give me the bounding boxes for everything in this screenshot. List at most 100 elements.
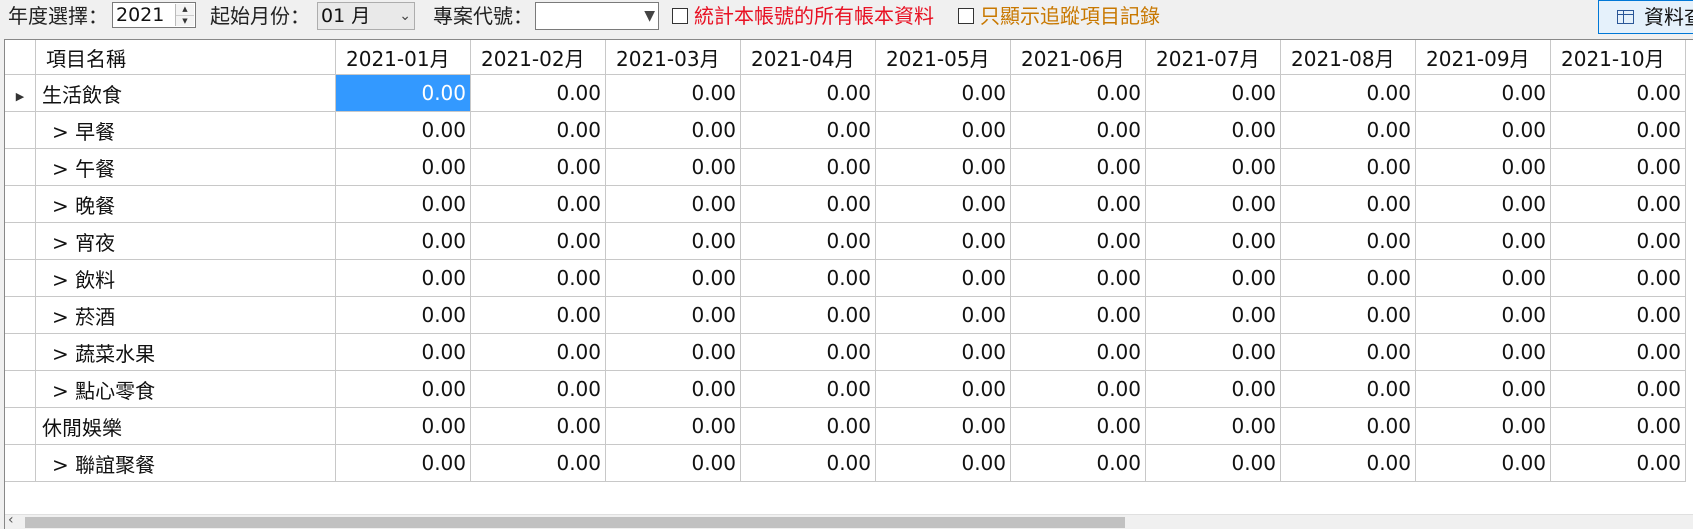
value-cell[interactable]: 0.00	[1415, 296, 1551, 334]
year-spinner[interactable]: 2021 ▲ ▼	[112, 2, 196, 28]
data-grid[interactable]: 項目名稱 2021-01月 2021-02月 2021-03月 2021-04月 2021…	[4, 39, 1693, 529]
value-cell[interactable]: 0.00	[335, 185, 471, 223]
item-name-cell[interactable]: 休閒娛樂	[35, 407, 336, 445]
row-header[interactable]	[5, 185, 36, 223]
value-cell[interactable]: 0.00	[470, 74, 606, 112]
value-cell[interactable]: 0.00	[335, 333, 471, 371]
item-name-cell[interactable]: > 晚餐	[35, 185, 336, 223]
table-row[interactable]: > 晚餐 0.00 0.00 0.00 0.00 0.00 0.00 0.00 0.00 0.00…	[5, 185, 1686, 223]
value-cell[interactable]: 0.00	[1550, 259, 1686, 297]
value-cell[interactable]: 0.00	[875, 407, 1011, 445]
item-name-cell[interactable]: > 午餐	[35, 148, 336, 186]
value-cell[interactable]: 0.00	[1550, 222, 1686, 260]
value-cell[interactable]: 0.00	[875, 185, 1011, 223]
value-cell[interactable]: 0.00	[740, 148, 876, 186]
scrollbar-thumb[interactable]	[25, 517, 1125, 528]
table-row[interactable]: > 午餐 0.00 0.00 0.00 0.00 0.00 0.00 0.00 0.00 0.00…	[5, 148, 1686, 186]
value-cell[interactable]: 0.00	[1280, 185, 1416, 223]
row-header[interactable]	[5, 407, 36, 445]
value-cell[interactable]: 0.00	[1145, 370, 1281, 408]
value-cell[interactable]: 0.00	[470, 111, 606, 149]
value-cell[interactable]: 0.00	[605, 185, 741, 223]
value-cell[interactable]: 0.00	[335, 148, 471, 186]
value-cell[interactable]: 0.00	[470, 333, 606, 371]
value-cell[interactable]: 0.00	[1010, 370, 1146, 408]
value-cell[interactable]: 0.00	[740, 370, 876, 408]
item-name-cell[interactable]: > 飲料	[35, 259, 336, 297]
value-cell[interactable]: 0.00	[1415, 333, 1551, 371]
row-header[interactable]: ▶	[5, 74, 36, 112]
column-header-month[interactable]: 2021-08月	[1280, 40, 1416, 75]
row-header[interactable]	[5, 333, 36, 371]
value-cell[interactable]: 0.00	[740, 333, 876, 371]
value-cell[interactable]: 0.00	[1415, 111, 1551, 149]
value-cell[interactable]: 0.00	[1415, 148, 1551, 186]
value-cell[interactable]: 0.00	[1550, 333, 1686, 371]
value-cell[interactable]: 0.00	[740, 407, 876, 445]
item-name-cell[interactable]: > 早餐	[35, 111, 336, 149]
scroll-left-icon[interactable]: ‹	[8, 512, 14, 528]
value-cell[interactable]: 0.00	[335, 111, 471, 149]
value-cell[interactable]: 0.00	[1550, 111, 1686, 149]
column-header-month[interactable]: 2021-01月	[335, 40, 471, 75]
value-cell[interactable]: 0.00	[740, 74, 876, 112]
value-cell[interactable]: 0.00	[875, 74, 1011, 112]
item-name-cell[interactable]: > 菸酒	[35, 296, 336, 334]
value-cell[interactable]: 0.00	[1145, 148, 1281, 186]
start-month-value[interactable]: 01 月	[321, 3, 370, 29]
value-cell[interactable]: 0.00	[335, 407, 471, 445]
value-cell[interactable]: 0.00	[470, 444, 606, 482]
value-cell[interactable]: 0.00	[1280, 259, 1416, 297]
value-cell[interactable]: 0.00	[1550, 296, 1686, 334]
row-header[interactable]	[5, 222, 36, 260]
value-cell[interactable]: 0.00	[1415, 370, 1551, 408]
value-cell[interactable]: 0.00	[875, 333, 1011, 371]
row-header[interactable]	[5, 148, 36, 186]
item-name-cell[interactable]: > 蔬菜水果	[35, 333, 336, 371]
value-cell[interactable]: 0.00	[1280, 148, 1416, 186]
value-cell[interactable]: 0.00	[875, 296, 1011, 334]
value-cell[interactable]: 0.00	[605, 148, 741, 186]
table-row[interactable]: > 宵夜 0.00 0.00 0.00 0.00 0.00 0.00 0.00 0.00 0.00…	[5, 222, 1686, 260]
value-cell[interactable]: 0.00	[1550, 370, 1686, 408]
value-cell[interactable]: 0.00	[1280, 370, 1416, 408]
start-month-select[interactable]: 01 月 ⌄	[317, 2, 415, 30]
value-cell[interactable]: 0.00	[605, 296, 741, 334]
chevron-down-icon[interactable]: ⌄	[399, 3, 411, 29]
value-cell[interactable]: 0.00	[1415, 444, 1551, 482]
value-cell[interactable]: 0.00	[1010, 111, 1146, 149]
table-row[interactable]: > 菸酒 0.00 0.00 0.00 0.00 0.00 0.00 0.00 0.00 0.00…	[5, 296, 1686, 334]
value-cell[interactable]: 0.00	[335, 296, 471, 334]
value-cell[interactable]: 0.00	[1550, 74, 1686, 112]
item-name-cell[interactable]: > 宵夜	[35, 222, 336, 260]
column-header-month[interactable]: 2021-03月	[605, 40, 741, 75]
table-row[interactable]: > 早餐 0.00 0.00 0.00 0.00 0.00 0.00 0.00 0.00 0.00…	[5, 111, 1686, 149]
value-cell[interactable]: 0.00	[605, 259, 741, 297]
value-cell[interactable]: 0.00	[1415, 407, 1551, 445]
value-cell[interactable]: 0.00	[740, 296, 876, 334]
value-cell[interactable]: 0.00	[1415, 74, 1551, 112]
value-cell[interactable]: 0.00	[740, 259, 876, 297]
project-select[interactable]: ▼	[535, 2, 659, 30]
value-cell[interactable]: 0.00	[1550, 185, 1686, 223]
item-name-cell[interactable]: > 點心零食	[35, 370, 336, 408]
value-cell[interactable]: 0.00	[1145, 222, 1281, 260]
table-row[interactable]: > 蔬菜水果 0.00 0.00 0.00 0.00 0.00 0.00 0.00 0.00 0.…	[5, 333, 1686, 371]
column-header-month[interactable]: 2021-09月	[1415, 40, 1551, 75]
value-cell[interactable]: 0.00	[1280, 74, 1416, 112]
year-value[interactable]: 2021	[116, 3, 164, 27]
value-cell[interactable]: 0.00	[605, 370, 741, 408]
row-header[interactable]	[5, 296, 36, 334]
value-cell[interactable]: 0.00	[875, 111, 1011, 149]
query-button[interactable]: 資料查	[1598, 0, 1693, 34]
value-cell[interactable]: 0.00	[1550, 407, 1686, 445]
value-cell[interactable]: 0.00	[875, 444, 1011, 482]
all-books-checkbox[interactable]: 統計本帳號的所有帳本資料	[672, 0, 934, 32]
value-cell[interactable]: 0.00	[1280, 296, 1416, 334]
value-cell[interactable]: 0.00	[1145, 296, 1281, 334]
value-cell[interactable]: 0.00	[1415, 222, 1551, 260]
value-cell[interactable]: 0.00	[1145, 333, 1281, 371]
value-cell[interactable]: 0.00	[335, 259, 471, 297]
column-header-month[interactable]: 2021-06月	[1010, 40, 1146, 75]
column-header-month[interactable]: 2021-05月	[875, 40, 1011, 75]
